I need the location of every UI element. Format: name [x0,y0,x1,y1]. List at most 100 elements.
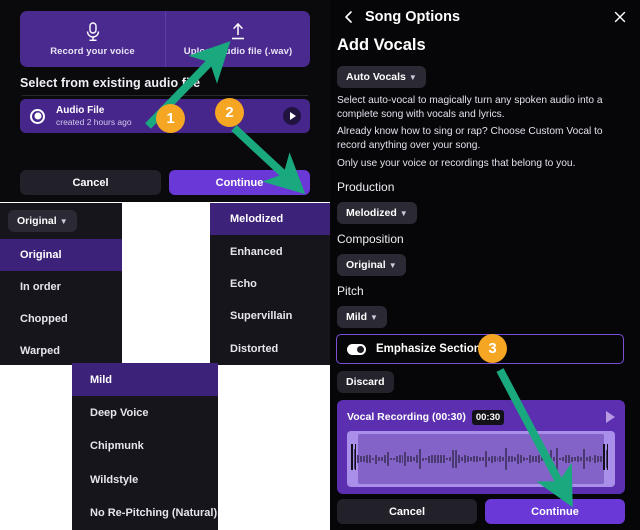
waveform-bar [383,454,386,464]
waveform-bar [493,455,496,463]
waveform-bar [425,457,428,461]
file-subtitle: created 2 hours ago [56,117,132,127]
dropdown-option-melodized[interactable]: Melodized [210,203,332,236]
callout-badge-2: 2 [215,98,244,127]
dropdown-option-in-order[interactable]: In order [0,271,122,303]
waveform-bar [526,457,529,461]
waveform-bar [449,456,451,462]
waveform-bar [356,454,359,464]
dropdown-option-no-repitching[interactable]: No Re-Pitching (Natural) [72,497,218,530]
audio-source-card: Record your voice Upload audio file (.wa… [20,11,310,67]
dropdown-option-supervillain[interactable]: Supervillain [210,300,332,332]
waveform-bar [529,455,532,463]
upload-audio-file-label: Upload audio file (.wav) [183,45,293,57]
existing-file-section-label: Select from existing audio file [20,76,201,90]
callout-badge-3: 3 [478,334,507,363]
waveform-bar [523,457,526,461]
composition-dropdown[interactable]: Original ▼ [337,254,406,276]
waveform-bar [546,456,549,462]
waveform-bar [517,454,520,464]
waveform-bar [463,454,466,464]
composition-value: Original [346,259,386,271]
waveform-bar [538,454,541,464]
waveform-bar [544,456,546,462]
dropdown-option-distorted[interactable]: Distorted [210,333,332,365]
waveform-bar [472,456,475,462]
waveform-bar [505,448,508,470]
waveform-bar [407,455,410,463]
dropdown-option-mild[interactable]: Mild [72,363,218,397]
file-title: Audio File [56,105,105,116]
close-icon[interactable] [613,10,627,24]
dropdown-option-chipmunk[interactable]: Chipmunk [72,430,218,463]
composition-dropdown-trigger[interactable]: Original ▼ [8,210,77,232]
trim-handle-left[interactable] [351,444,356,470]
play-icon[interactable] [283,107,301,125]
waveform-bar [398,454,401,464]
chevron-left-icon[interactable] [342,10,356,24]
auto-vocals-dropdown[interactable]: Auto Vocals ▼ [337,66,426,88]
cancel-button[interactable]: Cancel [20,170,161,195]
waveform-bar [591,457,594,461]
chevron-down-icon: ▼ [408,73,417,82]
screenshot-root: Record your voice Upload audio file (.wa… [0,0,640,530]
waveform-bar [392,457,395,461]
waveform-bar [395,455,398,463]
cancel-button[interactable]: Cancel [337,499,477,524]
trim-handle-right[interactable] [603,444,608,470]
vocal-recording-duration: 00:30 [471,409,505,425]
waveform-bar [555,448,558,470]
waveform-bar [502,457,505,461]
waveform-bar [404,451,407,467]
dropdown-option-deep-voice[interactable]: Deep Voice [72,396,218,429]
pitch-dropdown[interactable]: Mild ▼ [337,306,387,328]
waveform-bar [368,454,371,464]
production-value: Melodized [346,207,397,219]
waveform-bar [469,457,472,461]
waveform-bar [428,455,431,463]
waveform-bar [558,458,561,460]
waveform-bar [487,456,490,462]
dropdown-option-original[interactable]: Original [0,239,122,271]
page-title: Add Vocals [337,36,426,54]
dropdown-option-chopped[interactable]: Chopped [0,303,122,335]
dropdown-option-wildstyle[interactable]: Wildstyle [72,463,218,496]
composition-dropdown-trigger-label: Original [17,215,57,227]
radio-selected-icon[interactable] [30,108,45,124]
waveform-bar [511,456,514,462]
discard-button[interactable]: Discard [337,371,394,393]
waveform-bar [389,457,392,461]
continue-button[interactable]: Continue [485,499,625,524]
upload-audio-file-option[interactable]: Upload audio file (.wav) [165,11,310,67]
waveform-bar [377,457,380,461]
emphasize-section-label: Emphasize Section [376,343,481,355]
waveform-bar [454,450,457,468]
production-dropdown[interactable]: Melodized ▼ [337,202,417,224]
dropdown-option-enhanced[interactable]: Enhanced [210,235,332,267]
waveform-bar [570,456,573,462]
emphasize-section-toggle[interactable] [347,343,366,355]
play-icon[interactable] [606,411,615,423]
waveform-bar [582,449,585,469]
waveform-bar [437,455,440,463]
waveform-bar [508,456,511,462]
waveform-bar [466,456,469,462]
waveform-bar [371,457,374,461]
waveform-bar [362,456,365,462]
waveform-bar [481,456,484,462]
description-paragraph-1: Select auto-vocal to magically turn any … [337,95,603,120]
composition-dropdown-header: Original ▼ [0,203,122,239]
dropdown-option-echo[interactable]: Echo [210,268,332,300]
waveform-bar [573,456,576,462]
waveform-bar [416,454,419,464]
waveform-bar [457,455,460,463]
pitch-dropdown-panel: Mild Deep Voice Chipmunk Wildstyle No Re… [72,363,218,530]
waveform-bar [478,456,481,462]
waveform-bar [588,455,591,463]
waveform-bar [431,455,434,463]
continue-button[interactable]: Continue [169,170,310,195]
production-dropdown-panel: Melodized Enhanced Echo Supervillain Dis… [210,203,332,365]
record-your-voice-option[interactable]: Record your voice [20,11,165,67]
microphone-icon [84,21,102,42]
chevron-down-icon: ▼ [399,209,408,218]
